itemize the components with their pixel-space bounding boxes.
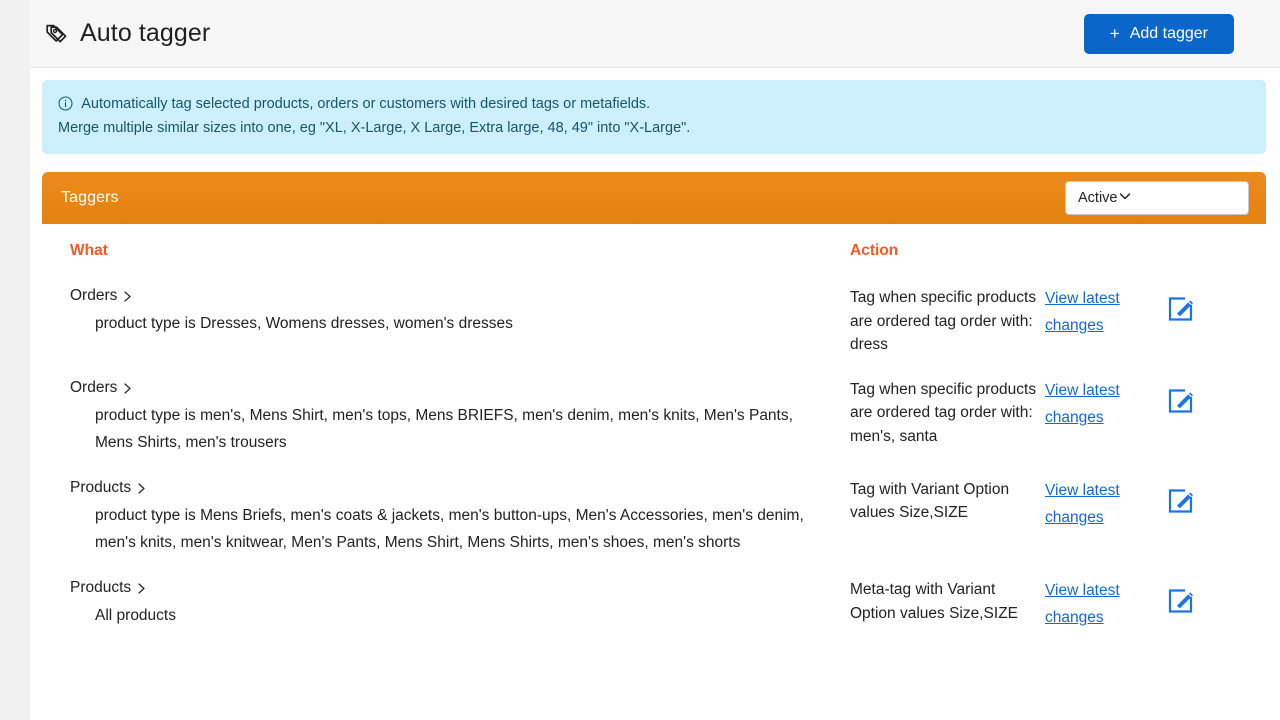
tags-icon bbox=[44, 21, 70, 47]
add-tagger-button[interactable]: + Add tagger bbox=[1084, 14, 1234, 54]
taggers-card-header: Taggers Active bbox=[42, 172, 1266, 224]
view-latest-changes-link[interactable]: View latest changes bbox=[1045, 578, 1137, 631]
tagger-what-cell: Products product type is Mens Briefs, me… bbox=[70, 478, 850, 556]
tagger-action: Tag when specific products are ordered t… bbox=[850, 378, 1045, 448]
status-filter-value: Active bbox=[1078, 190, 1118, 206]
chevron-right-icon bbox=[119, 382, 133, 395]
tagger-edit-cell bbox=[1165, 578, 1225, 616]
status-filter-select[interactable]: Active bbox=[1065, 181, 1249, 215]
chevron-down-icon bbox=[1118, 189, 1132, 208]
banner-line-1: Automatically tag selected products, ord… bbox=[58, 93, 1250, 117]
tagger-action: Tag when specific products are ordered t… bbox=[850, 286, 1045, 356]
tagger-link-cell: View latest changes bbox=[1045, 578, 1165, 631]
tagger-edit-cell bbox=[1165, 286, 1225, 324]
tagger-target[interactable]: Orders bbox=[70, 378, 832, 399]
tagger-link-cell: View latest changes bbox=[1045, 378, 1165, 431]
tagger-edit-cell bbox=[1165, 478, 1225, 516]
column-header-action: Action bbox=[850, 242, 1045, 264]
tagger-description: product type is Mens Briefs, men's coats… bbox=[70, 503, 832, 556]
chevron-right-icon bbox=[119, 290, 133, 303]
page-title: Auto tagger bbox=[80, 21, 210, 46]
tagger-action: Meta-tag with Variant Option values Size… bbox=[850, 578, 1045, 625]
taggers-table: What Action Orders product bbox=[42, 224, 1266, 654]
plus-icon: + bbox=[1110, 25, 1120, 42]
page-title-group: Auto tagger bbox=[44, 21, 210, 47]
table-row: Orders product type is men's, Mens Shirt… bbox=[42, 356, 1266, 456]
tagger-what-cell: Orders product type is men's, Mens Shirt… bbox=[70, 378, 850, 456]
tagger-link-cell: View latest changes bbox=[1045, 478, 1165, 531]
tagger-edit-cell bbox=[1165, 378, 1225, 416]
page-container: Auto tagger + Add tagger Automatically t… bbox=[30, 0, 1280, 720]
tagger-target-label: Orders bbox=[70, 378, 117, 399]
info-banner: Automatically tag selected products, ord… bbox=[42, 80, 1266, 154]
tagger-target[interactable]: Products bbox=[70, 478, 832, 499]
info-circle-icon bbox=[58, 96, 81, 112]
tagger-action: Tag with Variant Option values Size,SIZE bbox=[850, 478, 1045, 525]
banner-text-1: Automatically tag selected products, ord… bbox=[81, 96, 650, 112]
tagger-what-cell: Products All products bbox=[70, 578, 850, 630]
app-header: Auto tagger + Add tagger bbox=[30, 0, 1280, 68]
edit-pencil-square-icon[interactable] bbox=[1165, 378, 1195, 416]
banner-text-2: Merge multiple similar sizes into one, e… bbox=[58, 117, 1250, 141]
taggers-title: Taggers bbox=[61, 189, 119, 207]
table-header-row: What Action bbox=[42, 224, 1266, 264]
tagger-description: product type is men's, Mens Shirt, men's… bbox=[70, 403, 832, 456]
table-row: Products product type is Mens Briefs, me… bbox=[42, 456, 1266, 556]
tagger-target[interactable]: Products bbox=[70, 578, 832, 599]
tagger-target-label: Orders bbox=[70, 286, 117, 307]
table-row: Orders product type is Dresses, Womens d… bbox=[42, 264, 1266, 356]
taggers-card: Taggers Active What Action bbox=[42, 172, 1266, 654]
table-row: Products All products Meta-tag with Vari… bbox=[42, 556, 1266, 631]
add-tagger-label: Add tagger bbox=[1130, 25, 1208, 43]
edit-pencil-square-icon[interactable] bbox=[1165, 578, 1195, 616]
tagger-what-cell: Orders product type is Dresses, Womens d… bbox=[70, 286, 850, 338]
edit-pencil-square-icon[interactable] bbox=[1165, 478, 1195, 516]
view-latest-changes-link[interactable]: View latest changes bbox=[1045, 286, 1137, 339]
view-latest-changes-link[interactable]: View latest changes bbox=[1045, 378, 1137, 431]
tagger-target-label: Products bbox=[70, 578, 131, 599]
tagger-description: All products bbox=[70, 603, 832, 630]
tagger-description: product type is Dresses, Womens dresses,… bbox=[70, 311, 832, 338]
chevron-right-icon bbox=[133, 482, 147, 495]
column-header-what: What bbox=[70, 242, 850, 264]
view-latest-changes-link[interactable]: View latest changes bbox=[1045, 478, 1137, 531]
edit-pencil-square-icon[interactable] bbox=[1165, 286, 1195, 324]
tagger-target[interactable]: Orders bbox=[70, 286, 832, 307]
chevron-right-icon bbox=[133, 582, 147, 595]
tagger-link-cell: View latest changes bbox=[1045, 286, 1165, 339]
tagger-target-label: Products bbox=[70, 478, 131, 499]
